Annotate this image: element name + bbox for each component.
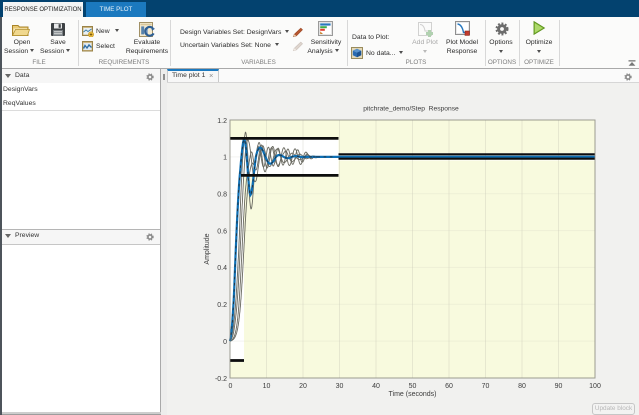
svg-text:1.2: 1.2 — [217, 118, 227, 125]
svg-text:40: 40 — [372, 383, 380, 390]
svg-text:30: 30 — [336, 383, 344, 390]
svg-text:1: 1 — [223, 155, 227, 162]
svg-text:60: 60 — [445, 383, 453, 390]
svg-text:0.6: 0.6 — [217, 228, 227, 235]
svg-text:-0.2: -0.2 — [215, 376, 227, 383]
svg-text:80: 80 — [518, 383, 526, 390]
svg-text:90: 90 — [555, 383, 563, 390]
svg-text:0.2: 0.2 — [217, 302, 227, 309]
svg-text:50: 50 — [409, 383, 417, 390]
svg-text:20: 20 — [299, 383, 307, 390]
svg-text:0.4: 0.4 — [217, 265, 227, 272]
svg-text:Time (seconds): Time (seconds) — [389, 391, 437, 398]
svg-text:pitchrate_demo/Step Response: pitchrate_demo/Step Response — [363, 106, 459, 113]
svg-text:10: 10 — [263, 383, 271, 390]
svg-text:0: 0 — [229, 383, 233, 390]
svg-text:70: 70 — [482, 383, 490, 390]
svg-text:0: 0 — [223, 339, 227, 346]
svg-text:100: 100 — [589, 383, 601, 390]
svg-text:0.8: 0.8 — [217, 192, 227, 199]
svg-text:Amplitude: Amplitude — [204, 233, 211, 264]
